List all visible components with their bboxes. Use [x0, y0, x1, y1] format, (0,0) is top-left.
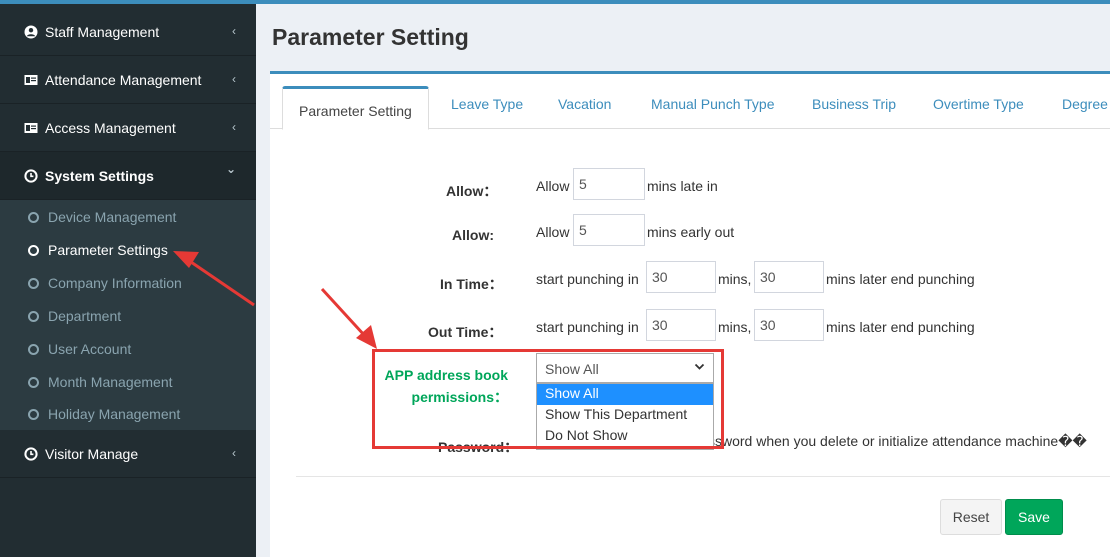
sidebar-subitem-device-management[interactable]: Device Management — [28, 207, 176, 227]
sidebar-item-attendance-management[interactable]: Attendance Management ‹ — [0, 56, 256, 104]
tab-degree[interactable]: Degree — [1062, 96, 1108, 112]
annotation-highlight-box — [372, 349, 724, 449]
early-allow-suffix: mins early out — [647, 224, 735, 240]
sidebar-subitem-label: Company Information — [48, 275, 182, 291]
sidebar-item-system-settings[interactable]: System Settings ⌄ — [0, 152, 256, 200]
early-allow-prefix: Allow — [536, 224, 570, 240]
circle-icon — [28, 277, 39, 289]
user-circle-icon — [24, 25, 38, 39]
out-time-mid: mins, — [718, 319, 752, 335]
id-card-icon — [24, 121, 38, 135]
sidebar-subitem-label: Device Management — [48, 209, 177, 225]
sidebar-subitem-user-account[interactable]: User Account — [28, 339, 131, 359]
circle-icon — [28, 211, 39, 223]
out-time-prefix: start punching in — [536, 319, 639, 335]
in-time-start-input[interactable] — [646, 261, 716, 293]
settings-panel: Parameter Setting Leave Type Vacation Ma… — [270, 71, 1110, 557]
late-allow-prefix: Allow — [536, 178, 570, 194]
sidebar-item-label: Visitor Manage — [45, 445, 139, 462]
early-allow-minutes-input[interactable] — [573, 214, 645, 246]
early-allow-label: Allow: — [452, 227, 494, 243]
sidebar-item-visitor-manage[interactable]: Visitor Manage ‹ — [0, 430, 256, 478]
tab-leave-type[interactable]: Leave Type — [451, 96, 523, 112]
tab-business-trip[interactable]: Business Trip — [812, 96, 896, 112]
chevron-left-icon: ‹ — [232, 446, 236, 460]
sidebar-subitem-label: Month Management — [48, 374, 173, 390]
clock-icon — [24, 446, 38, 461]
tab-manual-punch-type[interactable]: Manual Punch Type — [651, 96, 775, 112]
sidebar-item-access-management[interactable]: Access Management ‹ — [0, 104, 256, 152]
tab-bar: Parameter Setting Leave Type Vacation Ma… — [270, 74, 1110, 130]
sidebar-submenu-system-settings: Device Management Parameter Settings Com… — [0, 200, 256, 430]
sidebar-item-staff-management[interactable]: Staff Management ‹ — [0, 8, 256, 56]
password-hint: ssword when you delete or initialize att… — [708, 433, 1087, 449]
circle-icon — [28, 408, 39, 420]
page-title: Parameter Setting — [272, 24, 469, 50]
sidebar-item-label: Attendance Management — [45, 71, 202, 88]
sidebar-subitem-label: Department — [48, 308, 122, 324]
id-card-icon — [24, 73, 38, 87]
in-time-end-input[interactable] — [754, 261, 824, 293]
chevron-left-icon: ‹ — [232, 120, 236, 134]
tab-parameter-setting[interactable]: Parameter Setting — [282, 86, 429, 130]
in-time-mid: mins, — [718, 271, 752, 287]
in-time-label: In Time： — [440, 276, 503, 292]
sidebar-item-label: Access Management — [45, 119, 176, 136]
circle-icon — [28, 376, 39, 388]
out-time-end-input[interactable] — [754, 309, 824, 341]
chevron-left-icon: ‹ — [232, 72, 236, 86]
chevron-left-icon: ‹ — [232, 24, 236, 38]
save-button[interactable]: Save — [1005, 499, 1063, 535]
sidebar-item-label: System Settings — [45, 167, 154, 184]
sidebar-subitem-label: Parameter Settings — [48, 242, 168, 258]
sidebar-subitem-label: Holiday Management — [48, 406, 181, 422]
circle-icon — [28, 343, 39, 355]
in-time-suffix: mins later end punching — [826, 271, 975, 287]
late-allow-minutes-input[interactable] — [573, 168, 645, 200]
out-time-label: Out Time： — [428, 324, 503, 340]
late-allow-label: Allow： — [446, 183, 498, 199]
sidebar: Staff Management ‹ Attendance Management… — [0, 4, 256, 557]
sidebar-subitem-department[interactable]: Department — [28, 306, 121, 326]
reset-button[interactable]: Reset — [940, 499, 1002, 535]
clock-icon — [24, 168, 38, 183]
in-time-prefix: start punching in — [536, 271, 639, 287]
main-content: Parameter Setting Parameter Setting Leav… — [256, 4, 1110, 557]
sidebar-subitem-parameter-settings[interactable]: Parameter Settings — [28, 240, 168, 260]
sidebar-subitem-holiday-management[interactable]: Holiday Management — [28, 404, 180, 424]
circle-icon — [28, 310, 39, 322]
out-time-suffix: mins later end punching — [826, 319, 975, 335]
late-allow-suffix: mins late in — [647, 178, 718, 194]
tab-vacation[interactable]: Vacation — [558, 96, 611, 112]
sidebar-subitem-label: User Account — [48, 341, 132, 357]
sidebar-subitem-month-management[interactable]: Month Management — [28, 372, 173, 392]
circle-icon — [28, 244, 39, 256]
form-divider — [296, 476, 1110, 477]
chevron-down-icon: ⌄ — [225, 162, 236, 176]
tab-overtime-type[interactable]: Overtime Type — [933, 96, 1024, 112]
out-time-start-input[interactable] — [646, 309, 716, 341]
sidebar-subitem-company-information[interactable]: Company Information — [28, 273, 182, 293]
sidebar-item-label: Staff Management — [45, 23, 160, 40]
